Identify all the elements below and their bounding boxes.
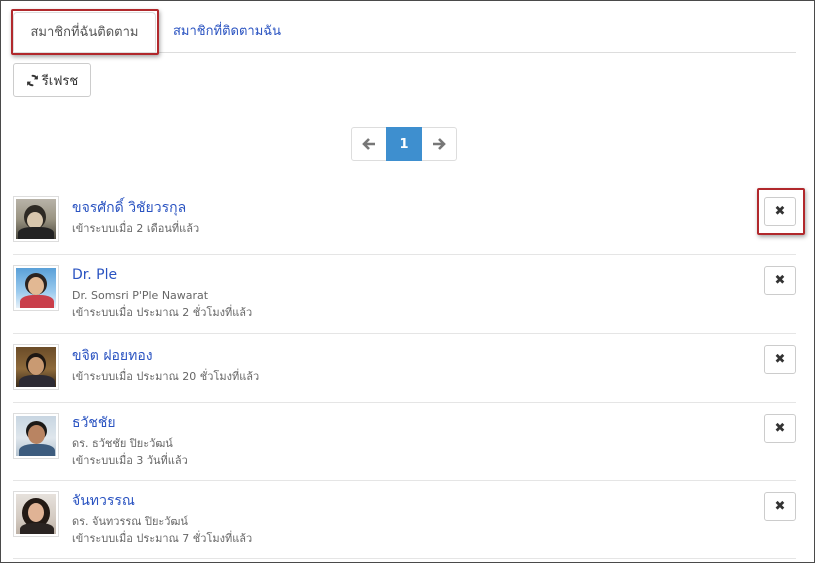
member-name[interactable]: ขจรศักดิ์ วิชัยวรกุล [72, 199, 199, 217]
avatar[interactable] [13, 413, 59, 459]
member-subtitle: ดร. ธวัชชัย ปิยะวัฒน์ [72, 437, 173, 450]
refresh-button[interactable]: รีเฟรช [13, 63, 91, 97]
member-row: จันทวรรณ ดร. จันทวรรณ ปิยะวัฒน์ เข้าระบบ… [13, 481, 796, 559]
member-last-login: เข้าระบบเมื่อ ประมาณ 20 ชั่วโมงที่แล้ว [72, 370, 260, 383]
next-page-button[interactable] [421, 127, 457, 161]
avatar[interactable] [13, 196, 59, 242]
member-last-login: เข้าระบบเมื่อ 2 เดือนที่แล้ว [72, 222, 200, 235]
member-name[interactable]: ขจิต ฝอยทอง [72, 347, 259, 365]
unfollow-button[interactable]: ✖ [764, 414, 796, 443]
member-row: ธวัชชัย ดร. ธวัชชัย ปิยะวัฒน์ เข้าระบบเม… [13, 403, 796, 481]
prev-page-button[interactable] [351, 127, 387, 161]
unfollow-button[interactable]: ✖ [764, 266, 796, 295]
unfollow-button[interactable]: ✖ [764, 197, 796, 226]
refresh-icon [26, 74, 39, 87]
member-row: Dr. Ple Dr. Somsri P'Ple Nawarat เข้าระบ… [13, 255, 796, 334]
avatar[interactable] [13, 491, 59, 537]
member-last-login: เข้าระบบเมื่อ 3 วันที่แล้ว [72, 454, 188, 467]
page-1-button[interactable]: 1 [386, 127, 422, 161]
member-last-login: เข้าระบบเมื่อ ประมาณ 2 ชั่วโมงที่แล้ว [72, 306, 253, 319]
member-subtitle: Dr. Somsri P'Ple Nawarat [72, 289, 209, 302]
member-name[interactable]: จันทวรรณ [72, 492, 252, 510]
arrow-right-icon [433, 138, 446, 150]
member-name[interactable]: ธวัชชัย [72, 414, 188, 432]
tab-bar: สมาชิกที่ฉันติดตาม สมาชิกที่ติดตามฉัน [13, 12, 796, 53]
refresh-label: รีเฟรช [41, 73, 79, 89]
tab-following[interactable]: สมาชิกที่ฉันติดตาม [13, 12, 156, 52]
avatar[interactable] [13, 344, 59, 390]
member-last-login: เข้าระบบเมื่อ ประมาณ 7 ชั่วโมงที่แล้ว [72, 532, 253, 545]
member-name[interactable]: Dr. Ple [72, 266, 252, 284]
tab-followers[interactable]: สมาชิกที่ติดตามฉัน [165, 12, 291, 52]
unfollow-button[interactable]: ✖ [764, 345, 796, 374]
avatar[interactable] [13, 265, 59, 311]
pagination: 1 [351, 127, 457, 161]
arrow-left-icon [362, 138, 375, 150]
unfollow-button[interactable]: ✖ [764, 492, 796, 521]
member-row: ขจรศักดิ์ วิชัยวรกุล เข้าระบบเมื่อ 2 เดื… [13, 186, 796, 255]
member-subtitle: ดร. จันทวรรณ ปิยะวัฒน์ [72, 515, 188, 528]
member-row: ขจิต ฝอยทอง เข้าระบบเมื่อ ประมาณ 20 ชั่ว… [13, 334, 796, 403]
